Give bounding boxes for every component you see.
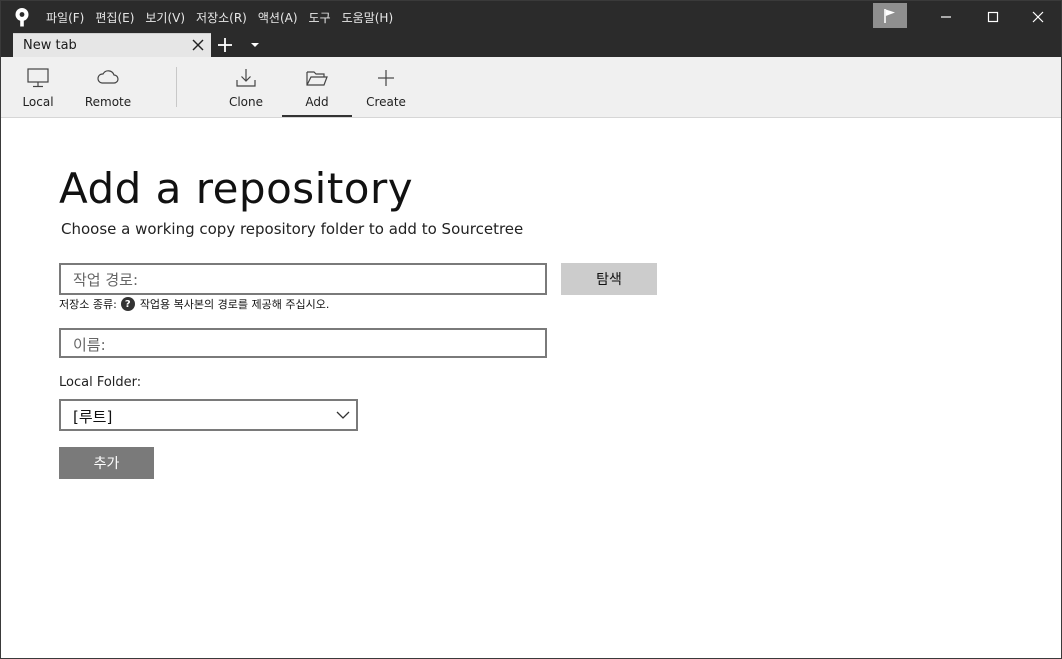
remote-label: Remote [84,95,132,109]
create-label: Create [366,95,406,109]
repository-name-placeholder: 이름: [73,336,106,354]
toolbar: Local Remote Clone Add Create [1,57,1061,118]
toolbar-separator [176,67,177,107]
repository-type-row: 저장소 종류: ? 작업용 복사본의 경로를 제공해 주십시오. [59,295,329,313]
working-path-input[interactable]: 작업 경로: [59,263,547,295]
remote-button[interactable]: Remote [81,57,135,117]
maximize-icon [987,11,999,23]
plus-icon [378,70,394,86]
menu-actions[interactable]: 액션(A) [258,9,298,26]
tab-new-tab[interactable]: New tab [13,33,211,57]
app-window: 파일(F) 편집(E) 보기(V) 저장소(R) 액션(A) 도구 도움말(H) [0,0,1062,659]
close-window-button[interactable] [1015,1,1061,33]
maximize-button[interactable] [970,1,1016,33]
title-bar: 파일(F) 편집(E) 보기(V) 저장소(R) 액션(A) 도구 도움말(H) [1,1,1061,33]
page-title: Add a repository [59,164,414,213]
tab-label: New tab [23,38,77,53]
sourcetree-logo-icon [15,8,29,27]
add-tool-button[interactable]: Add [282,57,352,117]
cloud-icon [97,70,119,84]
tab-close-icon[interactable] [191,38,205,52]
local-label: Local [22,95,54,109]
browse-button[interactable]: 탐색 [561,263,657,295]
create-button[interactable]: Create [363,57,409,117]
menu-tools[interactable]: 도구 [309,9,331,26]
working-path-placeholder: 작업 경로: [73,271,139,289]
menu-help[interactable]: 도움말(H) [342,9,394,26]
local-folder-label: Local Folder: [59,375,142,390]
local-button[interactable]: Local [15,57,61,117]
tab-strip: New tab [1,33,1061,57]
menu-repository[interactable]: 저장소(R) [196,9,247,26]
minimize-icon [941,16,951,18]
local-folder-select[interactable]: [루트] [59,399,358,431]
flag-icon [884,8,895,23]
add-tool-label: Add [305,95,329,109]
download-icon [236,69,256,87]
repository-type-hint: 작업용 복사본의 경로를 제공해 주십시오. [139,298,330,311]
chevron-down-icon [336,411,350,419]
close-icon [1032,11,1044,23]
add-repository-panel: Add a repository Choose a working copy r… [1,118,1061,658]
tab-menu-chevron-icon[interactable] [250,41,260,49]
add-repository-button[interactable]: 추가 [59,447,154,479]
repository-name-input[interactable]: 이름: [59,328,547,358]
monitor-icon [27,68,49,88]
menu-bar: 파일(F) 편집(E) 보기(V) 저장소(R) 액션(A) 도구 도움말(H) [46,1,404,33]
repository-type-label: 저장소 종류: [59,298,117,311]
menu-edit[interactable]: 편집(E) [95,9,134,26]
help-icon: ? [120,297,135,311]
local-folder-value: [루트] [73,408,113,426]
menu-file[interactable]: 파일(F) [46,9,84,26]
minimize-button[interactable] [923,1,969,33]
add-tab-icon[interactable] [216,36,234,54]
menu-view[interactable]: 보기(V) [145,9,185,26]
folder-open-icon [306,71,328,86]
page-subtitle: Choose a working copy repository folder … [61,220,524,238]
clone-label: Clone [228,95,264,109]
notifications-button[interactable] [873,3,907,28]
clone-button[interactable]: Clone [223,57,269,117]
